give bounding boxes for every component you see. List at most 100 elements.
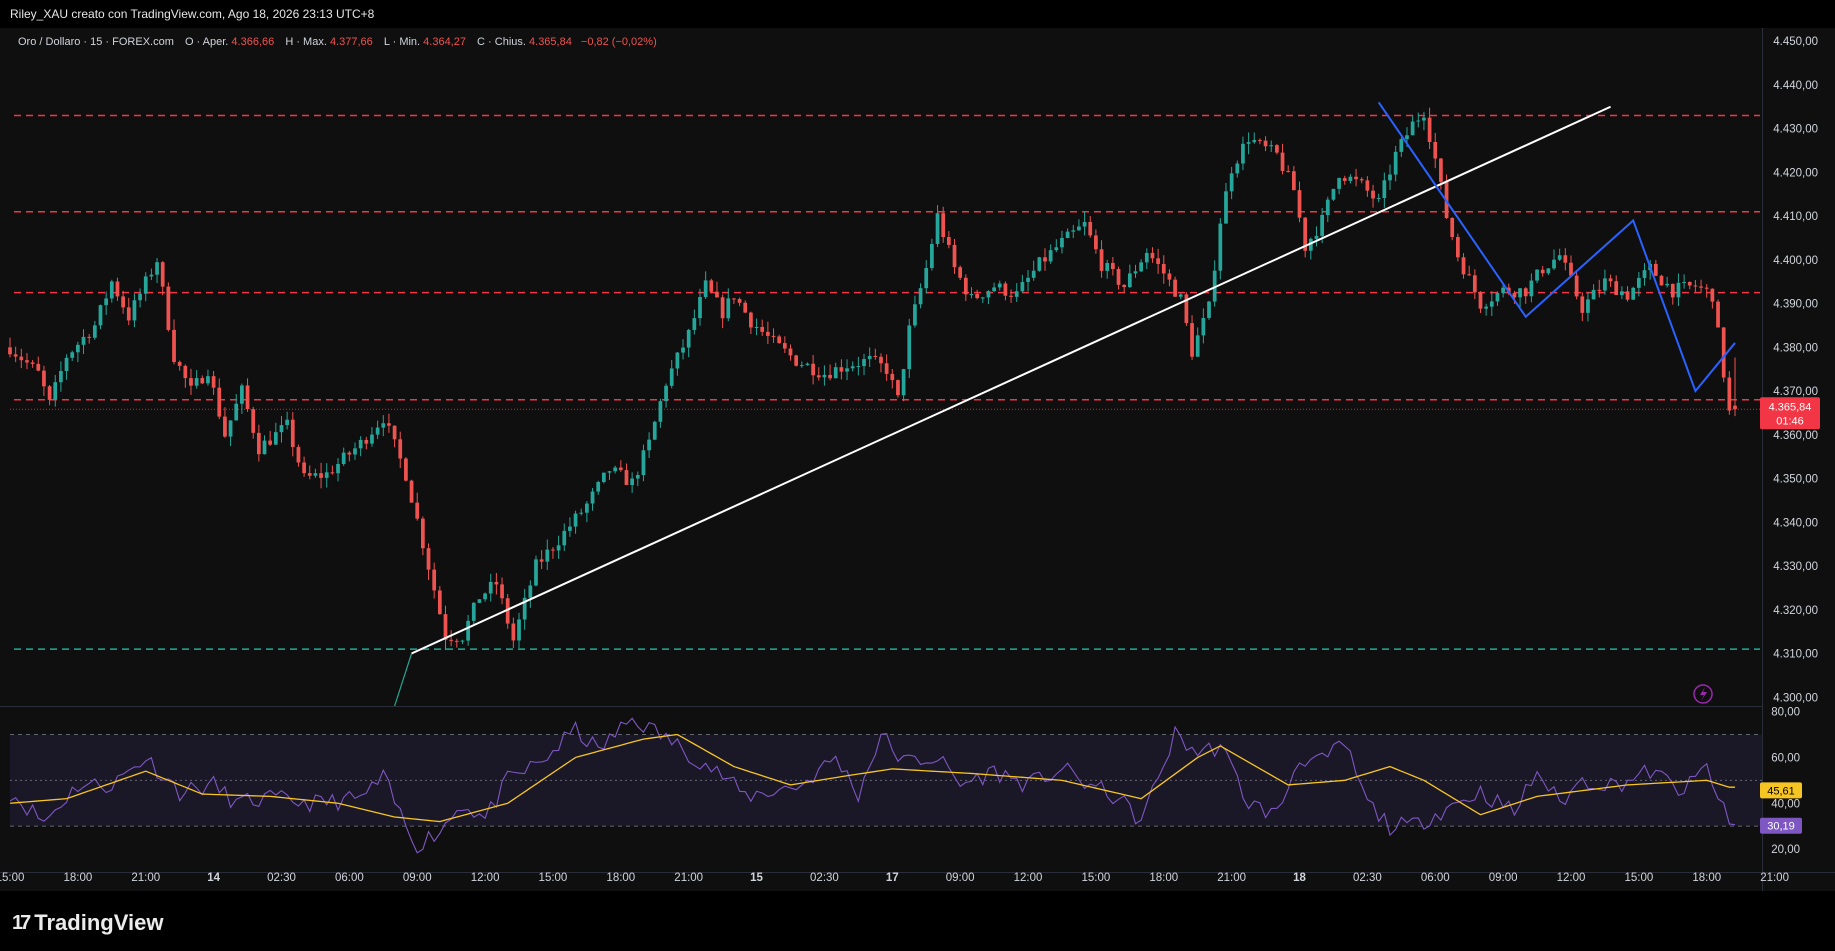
candle-body xyxy=(1314,235,1319,239)
candle-body xyxy=(1241,143,1245,164)
tradingview-mark-icon: 17 xyxy=(12,911,31,934)
candle-body xyxy=(1229,173,1234,192)
candle-body xyxy=(1043,257,1047,262)
candle-body xyxy=(98,305,103,326)
candle-body xyxy=(370,434,374,444)
candle-body xyxy=(172,329,176,362)
legend-open-label: O · Aper. xyxy=(185,36,228,48)
candle-body xyxy=(918,288,923,305)
candle-body xyxy=(1190,323,1194,357)
candle-body xyxy=(873,355,878,357)
candle-body xyxy=(1410,121,1415,136)
candle-body xyxy=(1376,198,1381,200)
tradingview-logo[interactable]: 17 TradingView xyxy=(12,910,163,936)
candle-body xyxy=(53,382,58,400)
candle-body xyxy=(907,325,912,370)
candle-body xyxy=(1552,259,1556,269)
candle-body xyxy=(1382,180,1387,199)
time-axis[interactable]: 15:00 18:00 21:00 14 02:30 06:00 09:00 12:00 15:… xyxy=(0,872,1835,884)
candle-body xyxy=(307,473,312,476)
candle-body xyxy=(234,403,239,421)
candle-body xyxy=(437,590,442,615)
candle-body xyxy=(1416,120,1421,122)
candle-body xyxy=(1167,273,1172,280)
candle-body xyxy=(568,526,572,531)
candle-body xyxy=(737,299,742,303)
candle-body xyxy=(76,344,80,353)
candle-body xyxy=(36,363,41,371)
candle-body xyxy=(901,369,906,396)
candle-body xyxy=(1433,142,1438,159)
price-axis[interactable]: 4.450,00 4.440,00 4.430,00 4.420,00 4.410,00… xyxy=(1773,36,1818,704)
candle-body xyxy=(715,291,719,298)
candle-body xyxy=(556,545,561,551)
price-tick-label: 4.370,00 xyxy=(1773,386,1818,398)
time-tick-label: 15:00 xyxy=(0,872,24,884)
candle-body xyxy=(1620,291,1624,296)
candle-body xyxy=(330,472,335,474)
candle-body xyxy=(42,370,46,387)
price-tick-label: 4.420,00 xyxy=(1773,167,1818,179)
candle-body xyxy=(958,267,963,278)
candle-body xyxy=(30,362,35,364)
candle-body xyxy=(1631,287,1636,300)
candle-body xyxy=(986,291,991,298)
candle-body xyxy=(867,355,872,360)
candle-body xyxy=(1557,255,1562,260)
candle-body xyxy=(466,620,470,641)
candle-body xyxy=(1082,221,1087,227)
rsi-band xyxy=(10,734,1762,827)
candle-body xyxy=(409,480,414,503)
candle-body xyxy=(1003,283,1008,296)
time-tick-label: 18:00 xyxy=(1149,872,1178,884)
candle-body xyxy=(109,281,114,299)
candle-body xyxy=(652,421,657,440)
candle-body xyxy=(1280,152,1285,171)
legend-open-value: 4.366,66 xyxy=(231,36,274,48)
candle-body xyxy=(1450,218,1455,238)
time-tick-label: 18:00 xyxy=(606,872,635,884)
candle-body xyxy=(1099,249,1104,271)
candle-body xyxy=(183,365,188,379)
rsi-tick-label: 80,00 xyxy=(1771,707,1800,719)
time-tick-label: 12:00 xyxy=(1557,872,1586,884)
candle-body xyxy=(1733,405,1737,410)
price-tick-label: 4.350,00 xyxy=(1773,474,1818,486)
candle-body xyxy=(115,281,120,297)
candle-body xyxy=(415,502,420,519)
tradingview-brand: TradingView xyxy=(34,910,164,935)
candle-body xyxy=(1721,327,1726,378)
candle-body xyxy=(1224,191,1228,224)
candle-body xyxy=(1625,291,1630,300)
rsi-tick-label: 60,00 xyxy=(1771,752,1800,764)
candle-body xyxy=(766,331,770,336)
time-tick-label: 15:00 xyxy=(1082,872,1111,884)
candle-body xyxy=(1456,237,1460,258)
candle-body xyxy=(1065,231,1070,238)
candle-body xyxy=(856,366,861,368)
candle-body xyxy=(969,293,974,295)
chart-canvas[interactable]: 4.450,00 4.440,00 4.430,00 4.420,00 4.410,00… xyxy=(0,0,1835,895)
candle-body xyxy=(669,368,674,386)
candle-body xyxy=(884,363,889,374)
candle-body xyxy=(732,298,736,300)
candle-body xyxy=(879,356,883,364)
rsi-current-value: 30,19 xyxy=(1767,821,1795,833)
candle-body xyxy=(1467,274,1472,276)
candle-body xyxy=(1393,151,1398,175)
candle-body xyxy=(822,374,827,378)
candle-body xyxy=(1009,295,1013,297)
candle-body xyxy=(862,359,866,367)
candle-body xyxy=(1077,226,1081,231)
candle-body xyxy=(1060,237,1064,248)
candle-body xyxy=(1139,262,1144,272)
candle-body xyxy=(1342,178,1347,181)
candle-body xyxy=(200,378,205,384)
candle-body xyxy=(256,432,261,455)
candle-body xyxy=(1014,291,1019,297)
time-tick-label: 02:30 xyxy=(810,872,839,884)
candle-body xyxy=(1026,277,1030,283)
candle-body xyxy=(1173,279,1177,297)
candle-body xyxy=(845,368,849,372)
candle-body xyxy=(279,425,284,433)
